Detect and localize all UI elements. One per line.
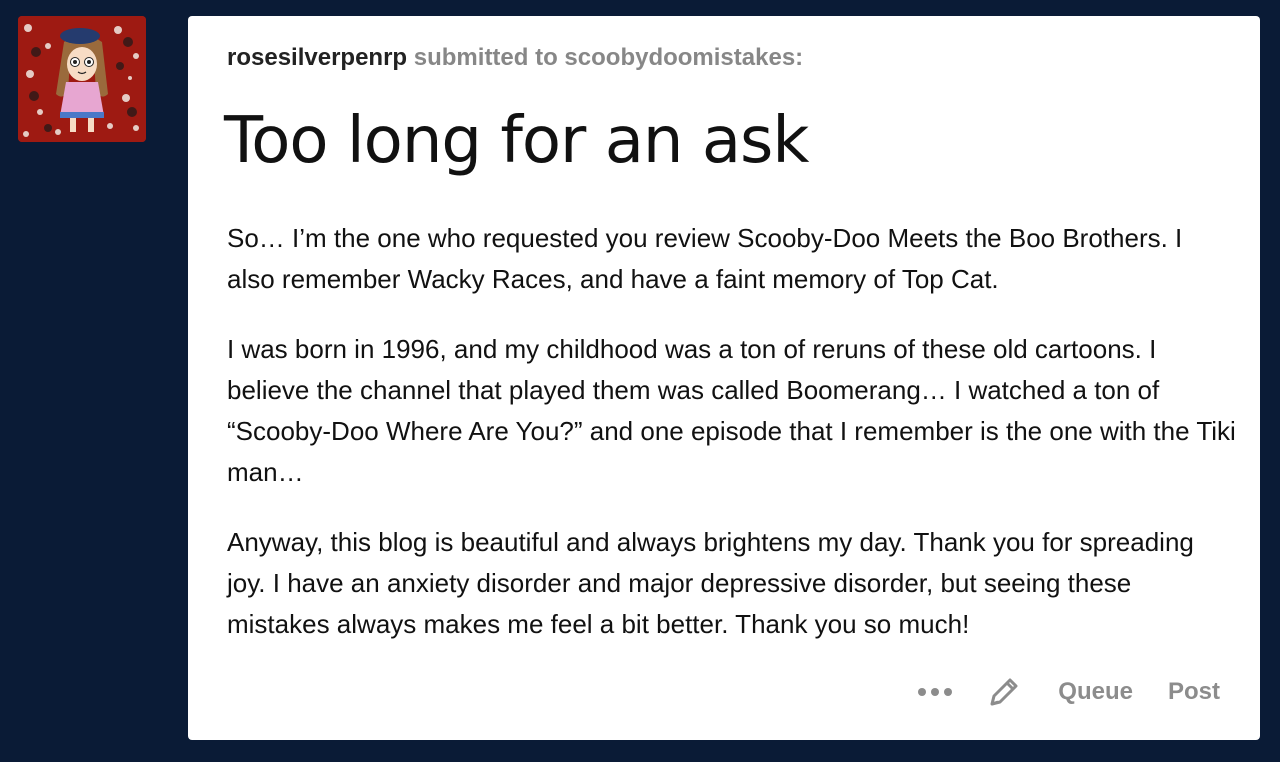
post-submitted-text: submitted to scoobydoomistakes: [413,44,804,71]
post-header: rosesilverpenrp submitted to scoobydoomi… [227,44,803,72]
queue-button[interactable]: Queue [1058,678,1133,706]
post-title: Too long for an ask [224,104,809,178]
ellipsis-dot [918,688,927,696]
avatar-image [18,16,146,142]
avatar[interactable] [18,16,146,142]
post-username[interactable]: rosesilverpenrp [227,44,407,71]
post-body: So… I’m the one who requested you review… [227,218,1237,674]
ellipsis-dot [944,688,953,696]
post-actions: Queue Post [918,672,1220,712]
ellipsis-icon[interactable] [918,688,953,696]
post-button[interactable]: Post [1168,678,1220,706]
post-card: rosesilverpenrp submitted to scoobydoomi… [188,16,1260,740]
post-paragraph: I was born in 1996, and my childhood was… [227,334,1236,487]
post-paragraph: Anyway, this blog is beautiful and alway… [227,527,1194,639]
pencil-icon[interactable] [986,674,1022,710]
post-paragraph: So… I’m the one who requested you review… [227,223,1183,294]
ellipsis-dot [931,688,940,696]
